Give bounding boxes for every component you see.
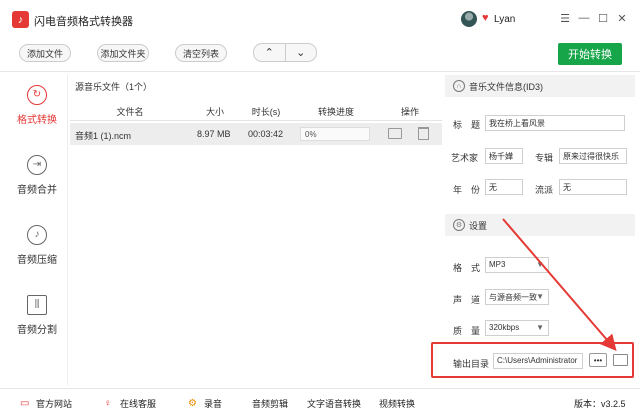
support-link[interactable]: ♀ 在线客服 — [104, 397, 156, 410]
person-icon: ♀ — [104, 398, 112, 409]
bottom-bar: ▭ 官方网站 ♀ 在线客服 ⚙ 录音 音频剪辑 文字语音转换 视频转换 版本：v… — [0, 388, 640, 420]
support-label: 在线客服 — [120, 399, 157, 409]
record-link[interactable]: ⚙ 录音 — [188, 397, 222, 410]
annotation-arrow — [502, 218, 617, 352]
version-label: 版本：v3.2.5 — [574, 399, 626, 409]
tts-link[interactable]: 文字语音转换 — [307, 397, 361, 410]
app-window: ♪ 闪电音频格式转换器 ♥ Lyan ☰ — ☐ ✕ 添加文件 添加文件夹 清空… — [0, 0, 640, 420]
website-label: 官方网站 — [36, 399, 73, 409]
monitor-icon: ▭ — [20, 398, 30, 409]
record-label: 录音 — [204, 399, 223, 409]
record-icon: ⚙ — [188, 398, 197, 409]
website-link[interactable]: ▭ 官方网站 — [20, 397, 72, 410]
video-convert-link[interactable]: 视频转换 — [379, 397, 415, 410]
audio-cut-link[interactable]: 音频剪辑 — [252, 397, 288, 410]
